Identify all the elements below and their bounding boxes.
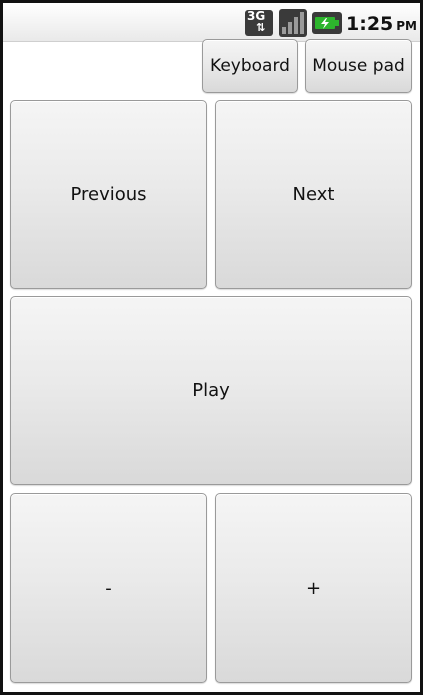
status-clock: 1:25 PM xyxy=(346,12,417,36)
volume-up-button-label: + xyxy=(305,577,322,599)
phone-screen: 3G ⇅ 1:25 PM Keyboard Mouse pad Previous … xyxy=(0,0,423,695)
status-bar: 3G ⇅ 1:25 PM xyxy=(3,3,420,42)
signal-bars-icon xyxy=(279,9,307,37)
keyboard-button[interactable]: Keyboard xyxy=(202,39,298,93)
play-button-label: Play xyxy=(192,380,230,401)
volume-down-button[interactable]: - xyxy=(10,493,207,683)
previous-button[interactable]: Previous xyxy=(10,100,207,289)
keyboard-button-label: Keyboard xyxy=(210,56,290,76)
play-button[interactable]: Play xyxy=(10,296,412,485)
clock-time: 1:25 xyxy=(346,13,394,35)
mouse-pad-button[interactable]: Mouse pad xyxy=(305,39,412,93)
next-button-label: Next xyxy=(292,184,335,205)
data-arrows-icon: ⇅ xyxy=(256,21,266,34)
volume-down-button-label: - xyxy=(105,577,112,599)
battery-charging-icon xyxy=(312,12,342,34)
previous-button-label: Previous xyxy=(70,184,147,205)
volume-up-button[interactable]: + xyxy=(215,493,412,683)
3g-data-icon: 3G ⇅ xyxy=(245,10,273,36)
mouse-pad-button-label: Mouse pad xyxy=(312,56,405,76)
clock-ampm: PM xyxy=(396,19,418,33)
next-button[interactable]: Next xyxy=(215,100,412,289)
